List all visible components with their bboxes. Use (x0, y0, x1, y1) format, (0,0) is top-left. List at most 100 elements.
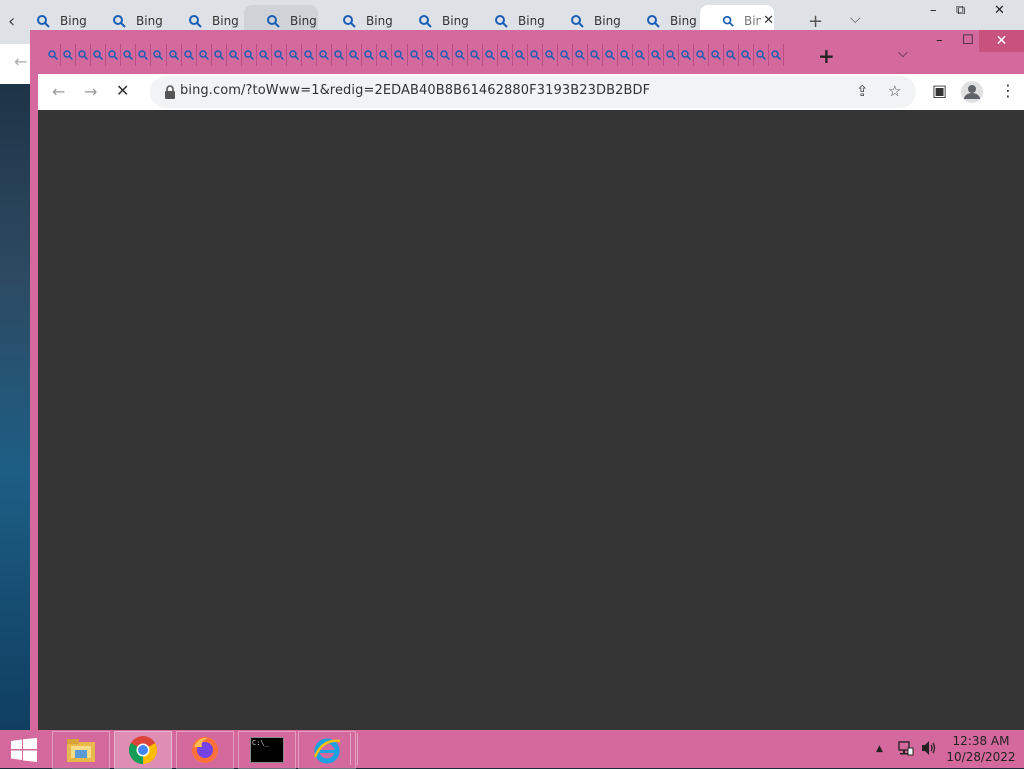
front-minimize-button[interactable]: – (936, 33, 943, 48)
mini-tab[interactable] (558, 44, 574, 66)
chrome-menu-button[interactable]: ⋮ (1000, 81, 1016, 100)
windows-start-icon[interactable] (10, 738, 38, 762)
mini-tab[interactable] (227, 44, 242, 66)
system-clock[interactable]: 12:38 AM 10/28/2022 (944, 733, 1018, 765)
side-panel-button[interactable]: ▣ (932, 81, 947, 100)
front-close-button[interactable]: ✕ (979, 30, 1024, 52)
mini-tab[interactable] (498, 44, 513, 66)
mini-tab[interactable] (317, 44, 333, 66)
mini-tab[interactable] (91, 44, 107, 66)
bing-search-favicon-icon (259, 50, 269, 60)
lock-icon[interactable] (164, 85, 176, 99)
mini-tab[interactable] (287, 44, 303, 66)
front-tab-search-button[interactable]: ⌵ (898, 46, 908, 61)
mini-tab[interactable] (257, 44, 272, 66)
back-restore-button[interactable]: ⧉ (956, 3, 965, 18)
internet-explorer-icon (313, 738, 341, 764)
tab-title: Bing (670, 13, 697, 28)
mini-tab[interactable] (754, 44, 769, 66)
mini-tab[interactable] (332, 44, 348, 66)
mini-tab[interactable] (603, 44, 619, 66)
mini-tab[interactable] (468, 44, 483, 66)
bing-search-favicon-icon (605, 50, 616, 60)
back-new-tab-button[interactable]: + (808, 11, 823, 32)
mini-tab[interactable] (709, 44, 724, 66)
mini-tab[interactable] (769, 44, 785, 66)
mini-tab[interactable] (649, 44, 664, 66)
mini-tab[interactable] (528, 44, 544, 66)
mini-tab[interactable] (182, 44, 197, 66)
forward-button[interactable]: → (84, 82, 97, 101)
mini-tab[interactable] (212, 44, 227, 66)
mini-tab[interactable] (739, 44, 754, 66)
mini-tab[interactable] (408, 44, 423, 66)
taskbar-chrome[interactable] (114, 731, 172, 769)
mini-tab[interactable] (423, 44, 438, 66)
url-text[interactable]: bing.com/?toWww=1&redig=2EDAB40B8B614628… (180, 83, 650, 98)
share-icon[interactable]: ⇪ (856, 82, 869, 100)
volume-icon[interactable] (920, 740, 938, 756)
show-hidden-icons-button[interactable]: ▲ (876, 744, 883, 754)
bing-search-favicon-icon (108, 50, 119, 60)
mini-tab[interactable] (513, 44, 528, 66)
front-maximize-button[interactable]: ☐ (962, 33, 974, 48)
mini-tab[interactable] (347, 44, 363, 66)
taskbar-internet-explorer[interactable] (298, 731, 356, 769)
bing-search-favicon-icon (439, 50, 450, 60)
mini-tab[interactable] (392, 44, 408, 66)
mini-tab[interactable] (151, 44, 167, 66)
mini-tab[interactable] (438, 44, 453, 66)
mini-tab[interactable] (664, 44, 679, 66)
front-tab-strip: + ⌵ – ☐ ✕ (30, 30, 1024, 74)
stop-loading-button[interactable]: ✕ (116, 81, 129, 100)
front-browser-window: + ⌵ – ☐ ✕ ← → ✕ bing.com/?toWww=1&redig=… (30, 30, 1024, 734)
mini-tab[interactable] (633, 44, 649, 66)
mini-tab[interactable] (121, 44, 137, 66)
mini-tab[interactable] (573, 44, 589, 66)
network-icon[interactable] (898, 740, 914, 756)
mini-tab[interactable] (377, 44, 393, 66)
tab-title: Bing (518, 13, 545, 28)
bing-search-favicon-icon (37, 14, 50, 28)
mini-tab[interactable] (724, 44, 739, 66)
bing-search-favicon-icon (138, 50, 149, 60)
mini-tab[interactable] (362, 44, 378, 66)
mini-tab[interactable] (453, 44, 468, 66)
bing-search-favicon-icon (545, 50, 556, 60)
mini-tab[interactable] (679, 44, 694, 66)
mini-tab[interactable] (272, 44, 287, 66)
bing-search-favicon-icon (349, 50, 360, 60)
bookmark-star-icon[interactable]: ☆ (888, 82, 901, 100)
taskbar-separator (350, 733, 358, 765)
mini-tab[interactable] (588, 44, 604, 66)
mini-tab[interactable] (167, 44, 182, 66)
taskbar-command-prompt[interactable]: C:\_ (238, 731, 296, 769)
taskbar-file-explorer[interactable] (52, 731, 110, 769)
mini-tab[interactable] (483, 44, 498, 66)
mini-tab[interactable] (106, 44, 122, 66)
mini-tab[interactable] (543, 44, 559, 66)
address-bar[interactable]: bing.com/?toWww=1&redig=2EDAB40B8B614628… (150, 76, 916, 108)
bing-search-favicon-icon (722, 15, 734, 27)
tab-close-icon[interactable]: ✕ (763, 13, 774, 28)
mini-tab[interactable] (46, 44, 62, 66)
front-new-tab-button[interactable]: + (818, 44, 835, 68)
back-button[interactable]: ← (52, 82, 65, 101)
page-content-area[interactable] (38, 110, 1024, 730)
cmd-icon: C:\_ (250, 737, 284, 763)
mini-tab[interactable] (197, 44, 212, 66)
back-back-arrow-icon[interactable]: ← (14, 52, 27, 71)
mini-tab-list (46, 44, 785, 66)
taskbar-firefox[interactable] (176, 731, 234, 769)
mini-tab[interactable] (242, 44, 257, 66)
back-minimize-button[interactable]: – (930, 3, 937, 18)
mini-tab[interactable] (302, 44, 318, 66)
back-close-button[interactable]: ✕ (994, 3, 1005, 18)
mini-tab[interactable] (61, 44, 77, 66)
mini-tab[interactable] (76, 44, 92, 66)
profile-avatar-icon[interactable] (960, 80, 984, 104)
mini-tab[interactable] (136, 44, 152, 66)
back-tab-search-button[interactable]: ⌵ (850, 11, 861, 27)
mini-tab[interactable] (694, 44, 709, 66)
mini-tab[interactable] (618, 44, 634, 66)
